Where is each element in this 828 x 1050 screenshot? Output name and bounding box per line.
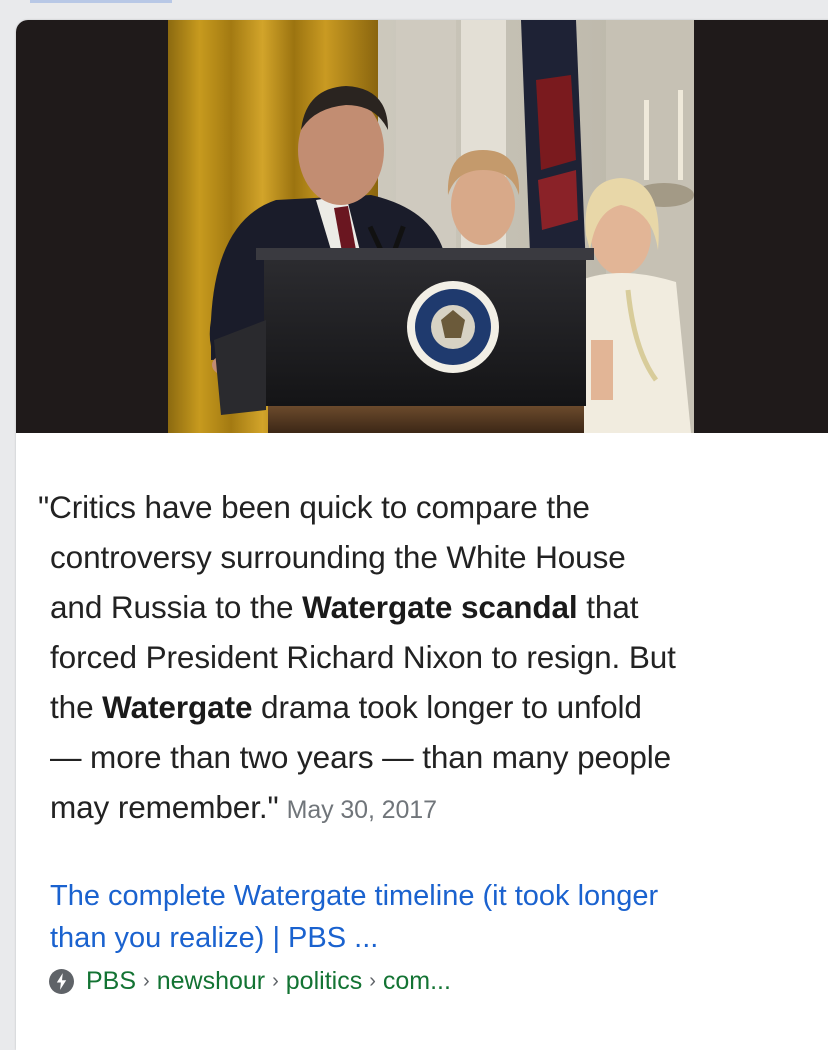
nixon-resignation-photo [168,20,694,433]
snippet-line: controversy surrounding the White House [50,539,626,575]
breadcrumb-segment: newshour [156,966,266,995]
snippet-line: the Watergate drama took longer to unfol… [38,682,818,732]
snippet-highlight: Watergate scandal [302,589,578,625]
breadcrumb-separator: › [143,969,150,992]
snippet-line: forced President Richard Nixon to resign… [50,639,676,675]
breadcrumb-separator: › [272,969,279,992]
result-title-line[interactable]: than you realize) | PBS ... [50,917,810,959]
snippet-line: may remember." May 30, 2017 [38,782,818,835]
breadcrumb-segment: com... [382,966,451,995]
result-title-line[interactable]: The complete Watergate timeline (it took… [50,875,810,917]
featured-image[interactable] [16,20,828,433]
top-accent-bar [30,0,172,3]
breadcrumb-separator: › [369,969,376,992]
snippet-text-segment: drama took longer to unfold [252,689,642,725]
snippet-line: — more than two years — than many people [50,739,672,775]
snippet-line: "Critics have been quick to compare the [38,489,590,525]
snippet-text-segment: that [577,589,639,625]
amp-lightning-icon [49,968,74,994]
snippet-line: and Russia to the Watergate scandal that [38,582,818,632]
result-breadcrumb[interactable]: PBS › newshour › politics › com... [49,965,451,997]
featured-snippet-card: "Critics have been quick to compare the … [16,20,828,1050]
snippet-text-segment: the [50,689,103,725]
breadcrumb-site: PBS [86,966,137,995]
snippet-text-segment: and Russia to the [50,589,303,625]
snippet-text-segment: may remember." [50,789,279,825]
snippet-text: "Critics have been quick to compare the … [38,482,818,835]
snippet-date: May 30, 2017 [286,796,437,824]
result-title-link[interactable]: The complete Watergate timeline (it took… [50,875,810,959]
snippet-highlight: Watergate [102,689,253,725]
breadcrumb-segment: politics [285,966,363,995]
